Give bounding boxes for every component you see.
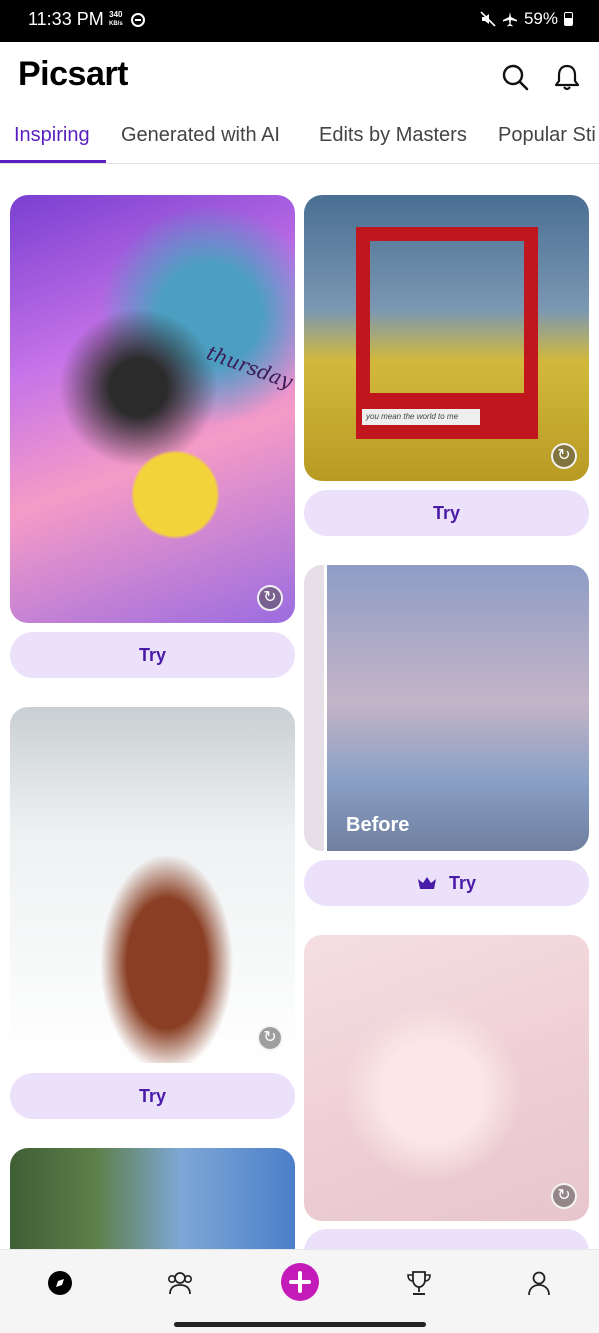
people-icon[interactable] <box>165 1268 195 1298</box>
replay-icon[interactable]: ↻ <box>551 1183 577 1209</box>
category-tabs: Inspiring Generated with AI Edits by Mas… <box>0 112 599 164</box>
try-button[interactable]: Try <box>10 1073 295 1119</box>
network-speed-value: 340 <box>109 10 123 19</box>
try-label: Try <box>448 872 477 893</box>
try-button[interactable]: Try <box>304 490 589 536</box>
card-overlay-text: thursday <box>203 340 295 394</box>
search-icon[interactable] <box>500 62 530 92</box>
try-label: Try <box>138 644 167 665</box>
status-right: 59% <box>480 9 573 29</box>
airplane-icon <box>502 12 517 27</box>
feed-card-image[interactable]: you mean the world to me ↻ <box>304 195 589 481</box>
card-note-text: you mean the world to me <box>362 409 480 425</box>
feed-card-image[interactable]: thursday ↻ <box>10 195 295 623</box>
mute-icon <box>480 11 496 27</box>
before-label: Before <box>346 814 410 836</box>
plus-icon[interactable] <box>280 1262 320 1302</box>
try-label: Try <box>138 1085 167 1106</box>
compass-icon[interactable] <box>45 1268 75 1298</box>
network-speed-unit: KB/s <box>109 21 123 27</box>
status-time: 11:33 PM <box>28 9 104 29</box>
trophy-icon[interactable] <box>404 1268 434 1298</box>
battery-percent: 59% <box>523 9 558 28</box>
tab-popular-stickers[interactable]: Popular Sti <box>498 124 596 147</box>
person-icon[interactable] <box>524 1268 554 1298</box>
active-tab-indicator <box>0 160 106 163</box>
battery-icon <box>564 12 573 26</box>
status-bar: 11:33 PM 340 KB/s 59% <box>0 0 599 42</box>
tab-edits-by-masters[interactable]: Edits by Masters <box>319 124 467 147</box>
do-not-disturb-icon <box>131 13 145 27</box>
feed-card-image[interactable]: ↻ <box>304 935 589 1221</box>
tab-inspiring[interactable]: Inspiring <box>14 124 90 147</box>
bell-icon[interactable] <box>552 62 582 92</box>
polaroid-frame <box>356 227 538 439</box>
replay-icon[interactable]: ↻ <box>257 585 283 611</box>
feed-card-image[interactable]: Before <box>304 565 589 851</box>
crown-icon <box>417 877 436 889</box>
feed-card-image[interactable]: ↻ <box>10 707 295 1063</box>
bottom-navigation <box>0 1249 599 1333</box>
app-header: Picsart <box>0 42 599 112</box>
home-indicator[interactable] <box>174 1322 426 1327</box>
try-button[interactable]: Try <box>10 632 295 678</box>
replay-icon[interactable]: ↻ <box>551 443 577 469</box>
replay-icon[interactable]: ↻ <box>257 1025 283 1051</box>
network-speed: 340 KB/s <box>109 11 123 28</box>
tab-generated-with-ai[interactable]: Generated with AI <box>121 124 280 147</box>
try-button-premium[interactable]: Try <box>304 860 589 906</box>
try-label: Try <box>432 502 461 523</box>
app-logo: Picsart <box>18 55 128 93</box>
